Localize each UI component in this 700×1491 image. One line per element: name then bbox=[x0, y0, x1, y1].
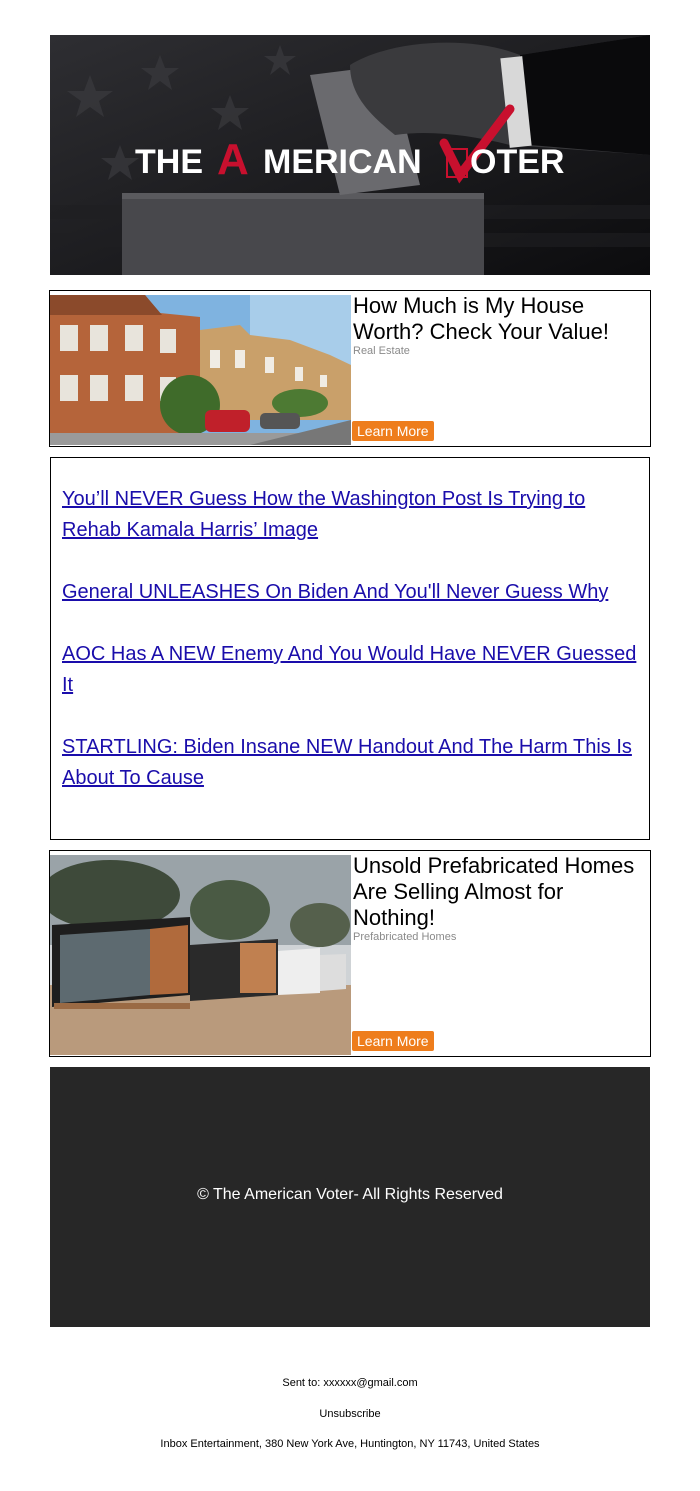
sent-to-text: Sent to: xxxxxx@gmail.com bbox=[282, 1377, 418, 1389]
learn-more-button[interactable]: Learn More bbox=[352, 1031, 434, 1051]
ad-title[interactable]: How Much is My House Worth? Check Your V… bbox=[353, 293, 638, 357]
unsubscribe-link[interactable]: Unsubscribe bbox=[0, 1408, 700, 1420]
site-logo: THE A MERICAN OTER bbox=[135, 104, 564, 184]
logo-text-the: THE bbox=[135, 143, 203, 181]
news-link[interactable]: STARTLING: Biden Insane NEW Handout And … bbox=[62, 732, 642, 794]
hero-banner: THE A MERICAN OTER bbox=[50, 35, 650, 275]
ad-image-prefab-homes[interactable] bbox=[50, 855, 351, 1055]
news-link[interactable]: AOC Has A NEW Enemy And You Would Have N… bbox=[62, 639, 642, 701]
news-link[interactable]: You’ll NEVER Guess How the Washington Po… bbox=[62, 484, 642, 546]
ad-title-text[interactable]: Unsold Prefabricated Homes Are Selling A… bbox=[353, 853, 634, 930]
mailing-address: Inbox Entertainment, 380 New York Ave, H… bbox=[160, 1438, 540, 1450]
ad-image-houses[interactable] bbox=[50, 295, 351, 445]
ad-card-real-estate[interactable]: How Much is My House Worth? Check Your V… bbox=[49, 290, 651, 447]
logo-text-merican: MERICAN bbox=[263, 143, 422, 181]
copyright-text: © The American Voter- All Rights Reserve… bbox=[197, 1186, 503, 1203]
logo-letter-a: A bbox=[217, 135, 249, 184]
ad-card-prefab-homes[interactable]: Unsold Prefabricated Homes Are Selling A… bbox=[49, 850, 651, 1057]
footer-banner: © The American Voter- All Rights Reserve… bbox=[50, 1067, 650, 1327]
news-links-section: You’ll NEVER Guess How the Washington Po… bbox=[50, 457, 650, 840]
news-link[interactable]: General UNLEASHES On Biden And You'll Ne… bbox=[62, 577, 642, 608]
ad-category: Real Estate bbox=[353, 345, 410, 357]
ad-title[interactable]: Unsold Prefabricated Homes Are Selling A… bbox=[353, 853, 638, 943]
learn-more-button[interactable]: Learn More bbox=[352, 421, 434, 441]
ad-title-text[interactable]: How Much is My House Worth? Check Your V… bbox=[353, 293, 609, 344]
logo-text-oter: OTER bbox=[470, 143, 564, 181]
ad-category: Prefabricated Homes bbox=[353, 931, 457, 943]
